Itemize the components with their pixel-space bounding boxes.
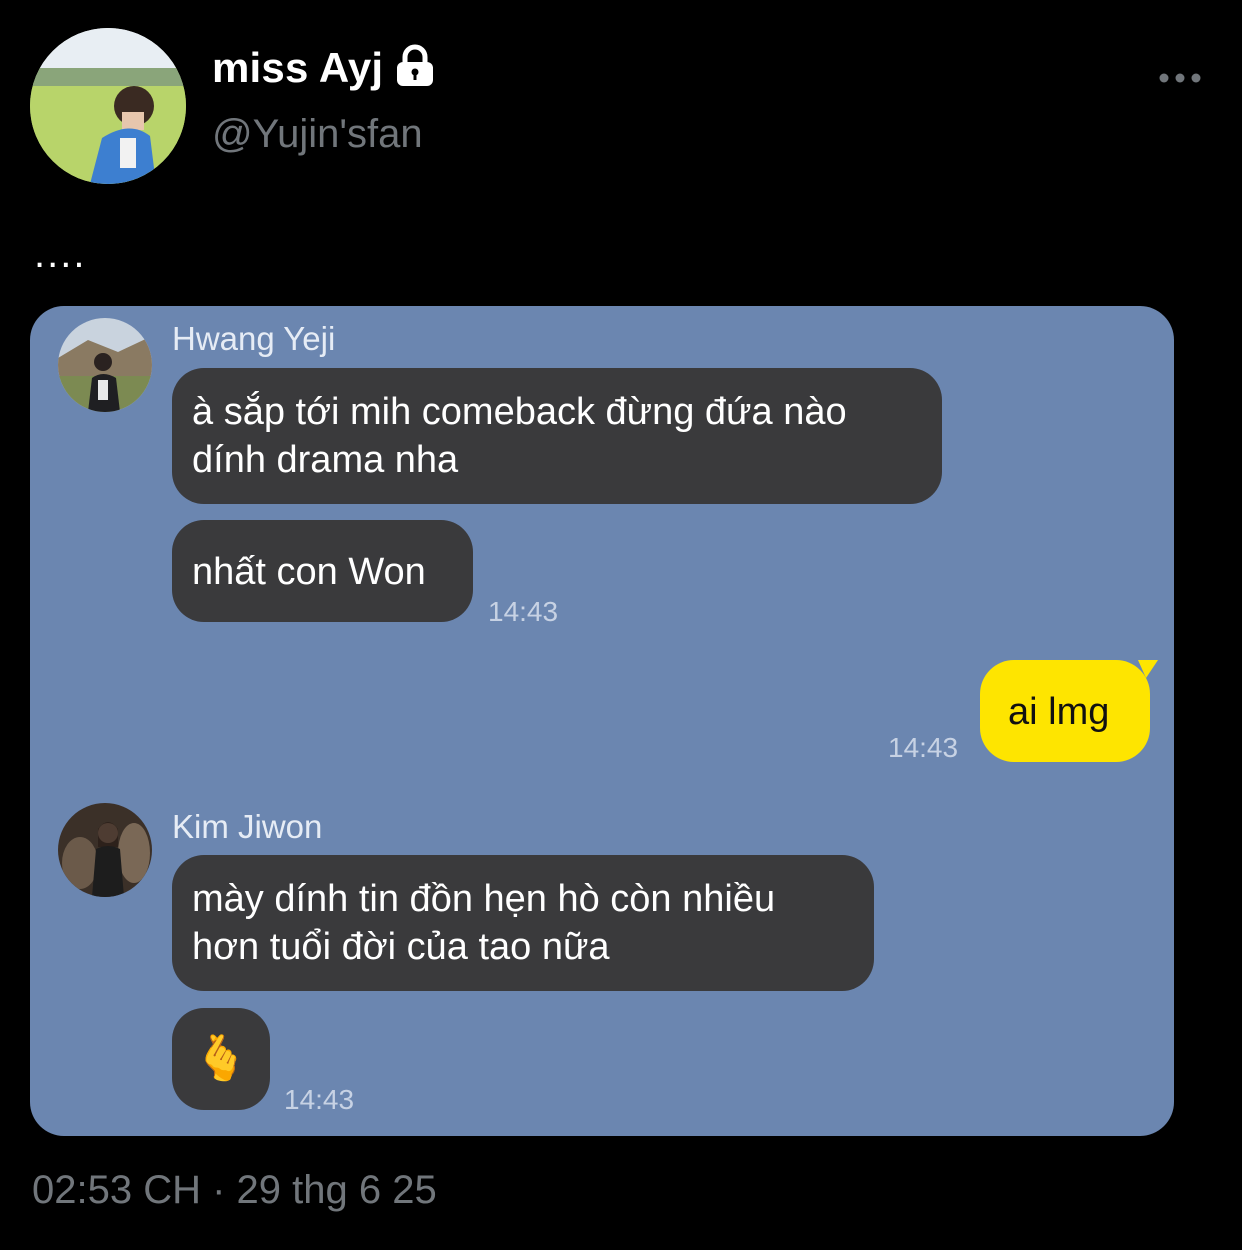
emoji-bubble: 🫰 [172, 1008, 270, 1110]
message-time: 14:43 [888, 732, 959, 763]
sender-avatar-jiwon [58, 803, 152, 897]
lock-icon [394, 44, 436, 88]
sender-name: Hwang Yeji [172, 320, 336, 357]
more-options-icon[interactable] [1158, 70, 1202, 86]
message-bubble: mày dính tin đồn hẹn hò còn nhiều hơn tu… [172, 855, 874, 991]
message-time: 14:43 [284, 1084, 355, 1115]
message-line: ai lmg [1008, 691, 1110, 733]
message-line: mày dính tin đồn hẹn hò còn nhiều [192, 878, 776, 920]
tweet-timestamp[interactable]: 02:53 CH · 29 thg 6 25 [32, 1168, 437, 1213]
message-line: à sắp tới mih comeback đừng đứa nào [192, 391, 847, 433]
message-bubble: nhất con Won [172, 520, 473, 622]
sender-name: Kim Jiwon [172, 808, 323, 845]
profile-avatar[interactable] [30, 28, 186, 184]
chat-screenshot-image[interactable]: Hwang Yeji à sắp tới mih comeback đừng đ… [30, 306, 1174, 1136]
message-time: 14:43 [488, 596, 559, 627]
bubble-tail-icon [1138, 660, 1158, 680]
display-name[interactable]: miss Ayj [212, 44, 383, 92]
message-line: dính drama nha [192, 439, 459, 481]
message-line: hơn tuổi đời của tao nữa [192, 926, 610, 968]
finger-heart-emoji: 🫰 [193, 1034, 249, 1083]
tweet-text: .... [34, 232, 87, 276]
message-bubble: à sắp tới mih comeback đừng đứa nào dính… [172, 368, 942, 504]
my-message-bubble: ai lmg [980, 660, 1150, 762]
sender-avatar-yeji [58, 318, 152, 412]
user-handle[interactable]: @Yujin'sfan [212, 112, 423, 157]
message-line: nhất con Won [192, 551, 426, 593]
